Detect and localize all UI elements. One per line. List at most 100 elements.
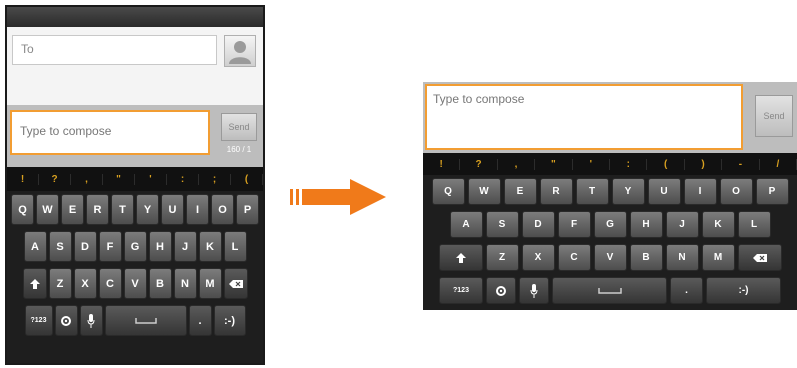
delete-key[interactable] <box>737 244 782 271</box>
symbol-key[interactable]: ! <box>7 173 39 185</box>
symbol-key[interactable]: : <box>610 158 648 170</box>
key-n[interactable]: N <box>665 244 699 271</box>
symbol-key[interactable]: , <box>498 158 536 170</box>
key-k[interactable]: K <box>701 211 735 238</box>
key-m[interactable]: M <box>701 244 735 271</box>
symbol-key[interactable]: " <box>103 173 135 185</box>
key-c[interactable]: C <box>557 244 591 271</box>
send-button[interactable]: Send <box>755 95 793 137</box>
key-y[interactable]: Y <box>136 194 159 225</box>
send-button[interactable]: Send <box>221 113 257 141</box>
key-i[interactable]: I <box>186 194 209 225</box>
key-e[interactable]: E <box>503 178 537 205</box>
symbol-key[interactable]: ? <box>39 173 71 185</box>
space-key[interactable] <box>552 277 667 304</box>
key-q[interactable]: Q <box>11 194 34 225</box>
key-s[interactable]: S <box>48 231 72 262</box>
smiley-key[interactable]: :-) <box>213 305 246 336</box>
key-v[interactable]: V <box>123 268 147 299</box>
key-h[interactable]: H <box>629 211 663 238</box>
key-f[interactable]: F <box>98 231 122 262</box>
key-h[interactable]: H <box>148 231 172 262</box>
voice-key[interactable] <box>79 305 103 336</box>
shift-key[interactable] <box>438 244 483 271</box>
key-a[interactable]: A <box>449 211 483 238</box>
key-a[interactable]: A <box>23 231 47 262</box>
key-x[interactable]: X <box>521 244 555 271</box>
key-w[interactable]: W <box>467 178 501 205</box>
key-p[interactable]: P <box>755 178 789 205</box>
key-r[interactable]: R <box>539 178 573 205</box>
key-r[interactable]: R <box>86 194 109 225</box>
key-o[interactable]: O <box>211 194 234 225</box>
delete-key[interactable] <box>223 268 248 299</box>
keyboard-landscape: ! ? , " ' : ( ) - / Q W E R T Y U I O P … <box>423 153 797 310</box>
symbol-key[interactable]: " <box>535 158 573 170</box>
gear-icon <box>61 315 71 326</box>
key-o[interactable]: O <box>719 178 753 205</box>
key-u[interactable]: U <box>647 178 681 205</box>
space-icon <box>134 317 157 324</box>
key-l[interactable]: L <box>223 231 247 262</box>
key-s[interactable]: S <box>485 211 519 238</box>
key-y[interactable]: Y <box>611 178 645 205</box>
key-u[interactable]: U <box>161 194 184 225</box>
key-x[interactable]: X <box>73 268 97 299</box>
space-key[interactable] <box>104 305 187 336</box>
key-p[interactable]: P <box>236 194 259 225</box>
compose-area-landscape: Type to compose Send <box>423 82 797 153</box>
period-key[interactable]: . <box>188 305 212 336</box>
key-t[interactable]: T <box>575 178 609 205</box>
settings-key[interactable] <box>54 305 78 336</box>
key-b[interactable]: B <box>148 268 172 299</box>
symbol-key[interactable]: , <box>71 173 103 185</box>
symbol-key[interactable]: ' <box>573 158 611 170</box>
symbols-key[interactable]: ?123 <box>24 305 53 336</box>
key-k[interactable]: K <box>198 231 222 262</box>
symbol-key[interactable]: ' <box>135 173 167 185</box>
key-i[interactable]: I <box>683 178 717 205</box>
symbol-key[interactable]: ! <box>423 158 461 170</box>
key-q[interactable]: Q <box>431 178 465 205</box>
key-z[interactable]: Z <box>485 244 519 271</box>
symbol-key[interactable]: ( <box>231 173 263 185</box>
key-v[interactable]: V <box>593 244 627 271</box>
symbol-key[interactable]: ( <box>647 158 685 170</box>
key-j[interactable]: J <box>665 211 699 238</box>
key-m[interactable]: M <box>198 268 222 299</box>
key-d[interactable]: D <box>73 231 97 262</box>
compose-field[interactable]: Type to compose <box>10 110 210 155</box>
symbol-key[interactable]: ) <box>685 158 723 170</box>
symbol-key[interactable]: ? <box>460 158 498 170</box>
voice-key[interactable] <box>519 277 549 304</box>
symbol-key[interactable]: : <box>167 173 199 185</box>
key-d[interactable]: D <box>521 211 555 238</box>
key-g[interactable]: G <box>593 211 627 238</box>
key-t[interactable]: T <box>111 194 134 225</box>
contact-picker-button[interactable] <box>224 35 256 67</box>
symbol-key[interactable]: / <box>760 158 797 170</box>
settings-key[interactable] <box>486 277 516 304</box>
shift-icon <box>455 252 466 263</box>
shift-key[interactable] <box>22 268 47 299</box>
key-n[interactable]: N <box>173 268 197 299</box>
key-c[interactable]: C <box>98 268 122 299</box>
to-field[interactable]: To <box>12 35 217 65</box>
compose-field[interactable]: Type to compose <box>425 84 743 150</box>
key-b[interactable]: B <box>629 244 663 271</box>
period-key[interactable]: . <box>670 277 703 304</box>
key-w[interactable]: W <box>36 194 59 225</box>
symbol-key[interactable]: - <box>722 158 760 170</box>
key-l[interactable]: L <box>737 211 771 238</box>
smiley-key[interactable]: :-) <box>706 277 781 304</box>
key-z[interactable]: Z <box>48 268 72 299</box>
symbol-key[interactable]: ; <box>199 173 231 185</box>
key-g[interactable]: G <box>123 231 147 262</box>
delete-icon <box>752 253 767 262</box>
shift-icon <box>29 278 40 289</box>
symbols-key[interactable]: ?123 <box>439 277 483 304</box>
symbol-row: ! ? , " ' : ; ( <box>7 167 263 191</box>
key-e[interactable]: E <box>61 194 84 225</box>
key-j[interactable]: J <box>173 231 197 262</box>
key-f[interactable]: F <box>557 211 591 238</box>
